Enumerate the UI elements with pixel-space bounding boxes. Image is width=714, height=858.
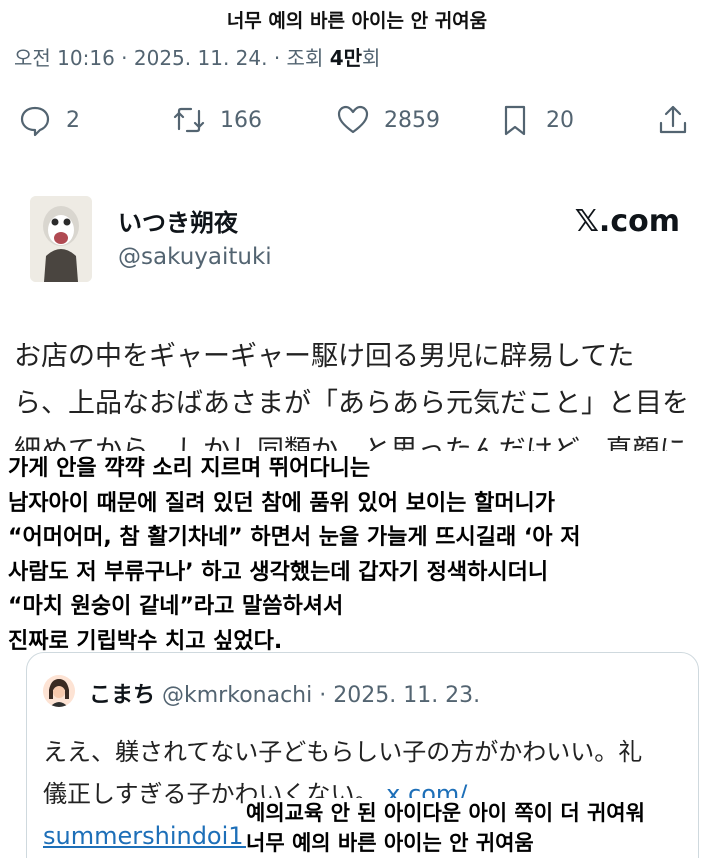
quote-separator: · [312,683,334,708]
quote-date: 2025. 11. 23. [333,683,481,708]
post-date: 2025. 11. 24. [133,46,268,70]
like-count: 2859 [384,107,440,133]
quote-author-name[interactable]: こまち [89,683,155,708]
bookmark-icon [504,105,526,136]
bookmark-button[interactable]: 20 [498,98,574,142]
repost-count: 166 [220,107,262,133]
tweet-line: ら、上品なおばあさまが「あらあら元気だこと」と目を [14,388,689,419]
quote-header: こまち @kmrkonachi · 2025. 11. 23. [89,677,480,709]
tweet-text: お店の中をギャーギャー駆け回る男児に辟易してた ら、上品なおばあさまが「あらあら… [14,333,704,451]
translation-line: 가게 안을 꺅꺅 소리 지르며 뛰어다니는 [8,456,371,481]
heart-icon [337,105,369,134]
views-unit: 회 [362,46,381,70]
tweet-line: 細めてから、しかし同類か...と思ったんだけど、真顔に [14,435,687,451]
x-logo-link[interactable]: 𝕏.com [575,204,680,239]
author-avatar-image [30,196,92,282]
bottom-caption-line: 예의교육 안 된 아이다운 아이 쪽이 더 귀여워 [246,801,645,825]
quote-avatar[interactable] [43,675,75,707]
translation-line: “어머어머, 참 활기차네” 하면서 눈을 가늘게 뜨시길래 ‘아 저 [8,525,581,550]
bottom-caption-line: 너무 예의 바른 아이는 안 귀여움 [246,831,534,855]
author-handle[interactable]: @sakuyaituki [118,244,272,270]
bookmark-count: 20 [546,107,574,133]
like-button[interactable]: 2859 [336,98,440,142]
top-caption: 너무 예의 바른 아이는 안 귀여움 [226,10,488,32]
views-count: 4만 [329,46,363,70]
quote-line: ええ、躾されてない子どもらしい子の方がかわいい。礼 [43,738,643,766]
reply-count: 2 [66,107,80,133]
post-time: 오전 10:16 [14,46,115,70]
share-button[interactable] [656,98,690,142]
quote-avatar-image [43,675,75,707]
reply-button[interactable]: 2 [18,98,80,142]
quote-author-handle[interactable]: @kmrkonachi [162,683,312,708]
translation-line: 사람도 저 부류구나’ 하고 생각했는데 갑자기 정색하시더니 [8,559,549,585]
repost-icon [173,107,205,133]
meta-separator: · [267,46,287,70]
repost-button[interactable]: 166 [172,98,262,142]
translation-line: “마치 원숭이 같네”라고 말씀하셔서 [8,594,344,619]
author-name[interactable]: いつき朔夜 [118,203,238,238]
reply-icon [20,106,50,137]
author-avatar[interactable] [30,196,92,282]
post-meta: 오전 10:16 · 2025. 11. 24. · 조회 4만회 [14,42,380,71]
tweet-line: お店の中をギャーギャー駆け回る男児に辟易してた [14,341,635,372]
meta-separator: · [114,46,134,70]
share-icon [659,105,687,134]
translation-overlay: 가게 안을 꺅꺅 소리 지르며 뛰어다니는 남자아이 때문에 질려 있던 참에 … [8,452,708,659]
bottom-caption: 예의교육 안 된 아이다운 아이 쪽이 더 귀여워 너무 예의 바른 아이는 안… [246,798,645,858]
quote-link-continued[interactable]: summershindoi1... [43,822,266,850]
views-label: 조회 [286,46,330,70]
translation-line: 남자아이 때문에 질려 있던 참에 품위 있어 보이는 할머니가 [8,490,556,516]
action-bar: 2 166 2859 20 [0,98,714,142]
